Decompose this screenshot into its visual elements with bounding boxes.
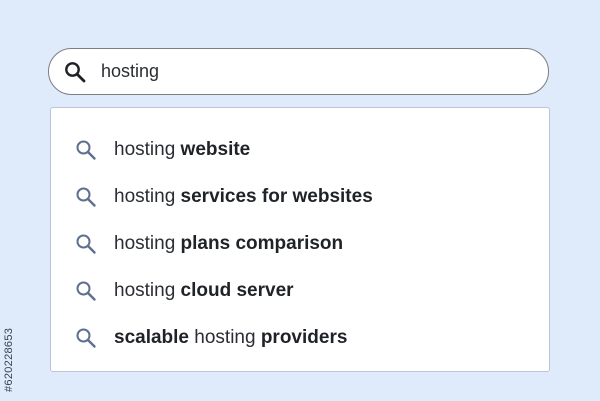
- search-icon: [74, 232, 98, 256]
- suggestion-item[interactable]: hosting plans comparison: [51, 220, 549, 267]
- image-id-text: #620228653: [3, 327, 15, 392]
- search-bar[interactable]: [48, 48, 549, 95]
- suggestion-query: hosting: [114, 185, 181, 207]
- suggestions-dropdown: hosting website hosting services for webs…: [50, 107, 550, 372]
- suggestion-text: hosting website: [114, 139, 250, 161]
- search-icon: [74, 326, 98, 350]
- suggestion-item[interactable]: hosting cloud server: [51, 267, 549, 314]
- suggestion-completion: providers: [260, 326, 348, 348]
- suggestion-completion: scalable: [114, 326, 189, 348]
- suggestion-query: hosting: [114, 232, 181, 254]
- suggestion-completion: plans comparison: [180, 232, 344, 254]
- suggestion-text: scalable hosting providers: [114, 327, 347, 349]
- search-input[interactable]: [101, 61, 501, 82]
- suggestion-item[interactable]: hosting website: [51, 126, 549, 173]
- suggestion-text: hosting services for websites: [114, 186, 373, 208]
- suggestion-query: hosting: [189, 326, 261, 348]
- suggestion-query: hosting: [114, 138, 181, 160]
- suggestion-item[interactable]: scalable hosting providers: [51, 314, 549, 361]
- suggestion-text: hosting cloud server: [114, 280, 294, 302]
- search-icon: [74, 138, 98, 162]
- suggestion-completion: services for websites: [180, 185, 373, 207]
- search-icon: [74, 279, 98, 303]
- suggestion-completion: website: [180, 138, 251, 160]
- suggestion-item[interactable]: hosting services for websites: [51, 173, 549, 220]
- stage: hosting websitehosting services for webs…: [0, 0, 600, 401]
- suggestion-query: hosting: [114, 279, 181, 301]
- search-icon: [74, 185, 98, 209]
- suggestion-completion: cloud server: [180, 279, 294, 301]
- suggestion-text: hosting plans comparison: [114, 233, 343, 255]
- search-icon[interactable]: [63, 60, 87, 84]
